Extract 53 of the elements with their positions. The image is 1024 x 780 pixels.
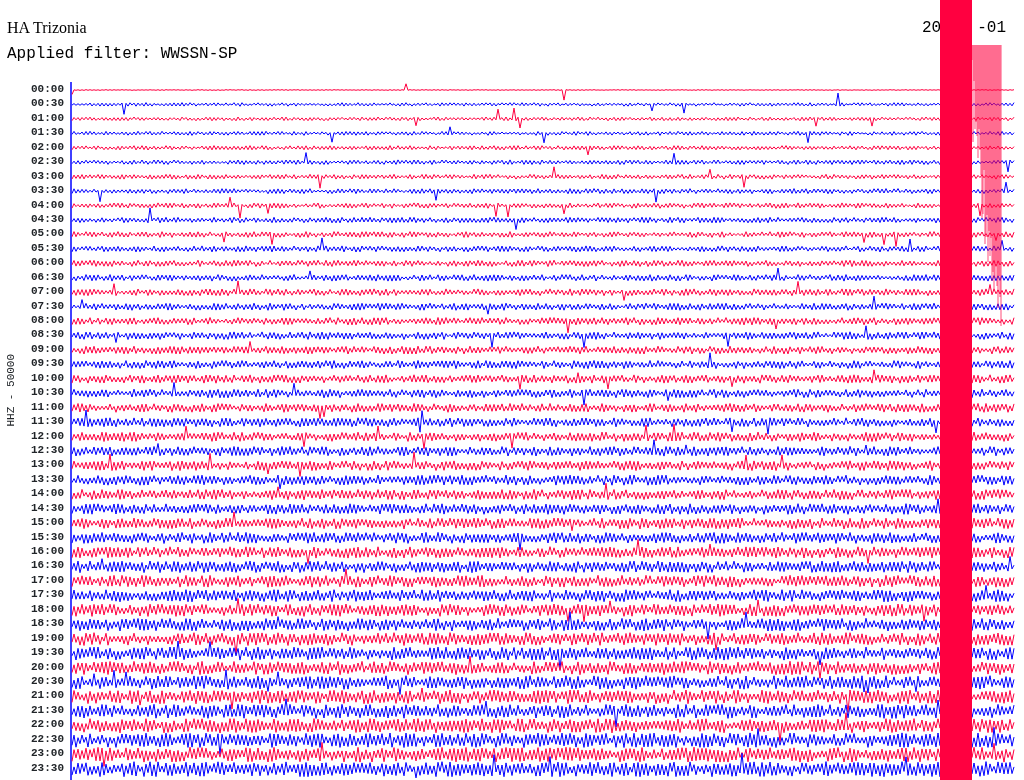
time-label: 12:30 (30, 442, 65, 458)
time-label: 20:30 (30, 673, 65, 689)
station-title: HA Trizonia (7, 18, 87, 38)
date-text: -01 (977, 19, 1006, 37)
time-label: 16:30 (30, 558, 65, 573)
time-label: 22:00 (30, 717, 65, 732)
time-label: 06:00 (30, 255, 65, 270)
time-label: 19:00 (30, 630, 65, 646)
time-label: 07:00 (30, 284, 65, 299)
time-label: 01:00 (30, 110, 65, 126)
filter-label: Applied filter: WWSSN-SP (7, 45, 238, 63)
time-label: 14:00 (30, 486, 65, 501)
time-label: 13:00 (30, 457, 65, 472)
time-label: 09:00 (30, 341, 65, 357)
time-label: 23:00 (30, 746, 65, 761)
time-label: 18:30 (30, 616, 65, 631)
time-label: 11:00 (30, 399, 65, 415)
time-label: 00:30 (30, 96, 65, 111)
time-label: 09:30 (30, 356, 65, 371)
time-label: 16:00 (30, 544, 65, 559)
time-label: 02:30 (30, 154, 65, 169)
time-label: 21:30 (30, 702, 65, 718)
time-label: 07:30 (30, 298, 65, 313)
time-label: 17:00 (30, 572, 65, 588)
time-label: 15:30 (30, 529, 65, 544)
time-label: 18:00 (30, 601, 65, 617)
time-label: 20:00 (30, 659, 65, 674)
time-label: 23:30 (30, 760, 65, 775)
time-label: 00:00 (30, 82, 65, 97)
time-label: 04:00 (30, 197, 65, 212)
time-label: 03:00 (30, 168, 65, 184)
time-label: 02:00 (30, 139, 65, 155)
time-label: 13:30 (30, 471, 65, 487)
time-label: 08:00 (30, 313, 65, 328)
time-label: 21:00 (30, 688, 65, 703)
time-label: 10:00 (30, 370, 65, 386)
time-label: 15:00 (30, 515, 65, 530)
time-label: 05:00 (30, 226, 65, 241)
date-text: 20 (922, 19, 942, 37)
time-label: 11:30 (30, 414, 65, 429)
time-label: 05:30 (30, 240, 65, 256)
time-label: 17:30 (30, 587, 65, 602)
time-label: 06:30 (30, 269, 65, 285)
time-label: 12:00 (30, 428, 65, 443)
axis-label: HHZ - 50000 (3, 352, 18, 429)
time-label: 14:30 (30, 500, 65, 516)
time-label: 22:30 (30, 731, 65, 747)
time-label: 19:30 (30, 645, 65, 660)
time-label: 01:30 (30, 125, 65, 140)
time-label: 08:30 (30, 327, 65, 342)
time-label: 04:30 (30, 211, 65, 227)
time-label: 10:30 (30, 385, 65, 400)
time-label: 03:30 (30, 183, 65, 198)
